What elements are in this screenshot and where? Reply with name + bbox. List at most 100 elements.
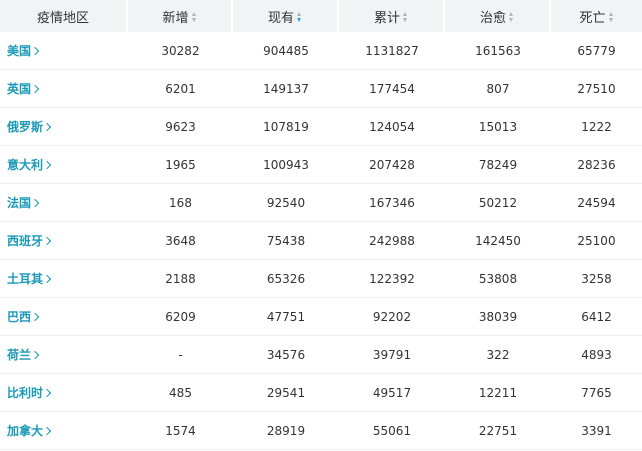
- area-link[interactable]: 比利时: [0, 374, 128, 412]
- cell-current: 75438: [233, 222, 339, 260]
- table-row: 加拿大 1574 28919 55061 22751 3391: [0, 412, 642, 450]
- cell-cured: 22751: [445, 412, 551, 450]
- chevron-right-icon: [42, 122, 52, 132]
- column-header-total[interactable]: 累计: [339, 0, 445, 32]
- sort-caret-icon[interactable]: [509, 12, 514, 22]
- area-link[interactable]: 法国: [0, 184, 128, 222]
- cell-new: 30282: [128, 32, 233, 70]
- cell-current: 100943: [233, 146, 339, 184]
- table-row: 西班牙 3648 75438 242988 142450 25100: [0, 222, 642, 260]
- table-row: 比利时 485 29541 49517 12211 7765: [0, 374, 642, 412]
- table-row: 俄罗斯 9623 107819 124054 15013 1222: [0, 108, 642, 146]
- column-header-label: 死亡: [579, 10, 606, 26]
- cell-cured: 15013: [445, 108, 551, 146]
- sort-descending-icon: [509, 18, 513, 22]
- cell-total: 55061: [339, 412, 445, 450]
- cell-cured: 78249: [445, 146, 551, 184]
- area-name: 意大利: [7, 158, 44, 172]
- chevron-right-icon: [42, 388, 52, 398]
- column-header-label: 疫情地区: [36, 10, 89, 26]
- cell-current: 92540: [233, 184, 339, 222]
- area-link[interactable]: 巴西: [0, 298, 128, 336]
- table-row: 土耳其 2188 65326 122392 53808 3258: [0, 260, 642, 298]
- column-header-cured[interactable]: 治愈: [445, 0, 551, 32]
- cell-dead: 1222: [551, 108, 642, 146]
- area-name: 荷兰: [7, 348, 32, 362]
- cell-current: 107819: [233, 108, 339, 146]
- header-row: 疫情地区 新增 现有 累计 治愈 死亡: [0, 0, 642, 32]
- cell-total: 92202: [339, 298, 445, 336]
- sort-descending-icon: [191, 18, 196, 22]
- column-header-area: 疫情地区: [0, 0, 128, 32]
- area-link[interactable]: 美国: [0, 32, 128, 70]
- column-header-current[interactable]: 现有: [233, 0, 339, 32]
- table-row: 荷兰 -34576 39791 322 4893: [0, 336, 642, 374]
- cell-dead: 3258: [551, 260, 642, 298]
- epidemic-table: 疫情地区 新增 现有 累计 治愈 死亡 美国 30282 904485 1131827 16156…: [0, 0, 642, 450]
- area-link[interactable]: 意大利: [0, 146, 128, 184]
- cell-cured: 53808: [445, 260, 551, 298]
- cell-cured: 142450: [445, 222, 551, 260]
- chevron-right-icon: [42, 274, 52, 284]
- area-link[interactable]: 西班牙: [0, 222, 128, 260]
- cell-total: 207428: [339, 146, 445, 184]
- chevron-right-icon: [30, 312, 40, 322]
- cell-current: 65326: [233, 260, 339, 298]
- table-row: 英国 6201 149137 177454 807 27510: [0, 70, 642, 108]
- area-link[interactable]: 英国: [0, 70, 128, 108]
- table-body: 美国 30282 904485 1131827 161563 65779 英国 6201 149…: [0, 32, 642, 450]
- cell-dead: 65779: [551, 32, 642, 70]
- chevron-right-icon: [30, 84, 40, 94]
- sort-descending-icon: [608, 18, 613, 22]
- area-link[interactable]: 土耳其: [0, 260, 128, 298]
- cell-dead: 25100: [551, 222, 642, 260]
- sort-caret-icon[interactable]: [297, 12, 302, 22]
- chevron-right-icon: [30, 198, 40, 208]
- column-header-label: 治愈: [479, 10, 506, 26]
- cell-new: 1965: [128, 146, 233, 184]
- area-name: 美国: [7, 44, 32, 58]
- area-name: 土耳其: [7, 272, 44, 286]
- area-name: 英国: [7, 82, 32, 96]
- sort-caret-icon[interactable]: [403, 12, 408, 22]
- sort-caret-icon[interactable]: [608, 12, 614, 22]
- cell-current: 47751: [233, 298, 339, 336]
- cell-cured: 12211: [445, 374, 551, 412]
- sort-ascending-icon: [509, 12, 513, 16]
- cell-cured: 38039: [445, 298, 551, 336]
- table-row: 法国 168 92540 167346 50212 24594: [0, 184, 642, 222]
- cell-dead: 24594: [551, 184, 642, 222]
- chevron-right-icon: [30, 350, 40, 360]
- cell-cured: 161563: [445, 32, 551, 70]
- sort-descending-icon: [403, 18, 407, 22]
- area-link[interactable]: 荷兰: [0, 336, 128, 374]
- cell-total: 1131827: [339, 32, 445, 70]
- area-name: 法国: [7, 196, 32, 210]
- area-name: 俄罗斯: [7, 120, 44, 134]
- table-row: 意大利 1965 100943 207428 78249 28236: [0, 146, 642, 184]
- table-header: 疫情地区 新增 现有 累计 治愈 死亡: [0, 0, 642, 32]
- column-header-label: 累计: [373, 10, 400, 26]
- chevron-right-icon: [42, 236, 52, 246]
- cell-dead: 28236: [551, 146, 642, 184]
- column-header-label: 新增: [162, 10, 189, 26]
- cell-current: 29541: [233, 374, 339, 412]
- column-header-label: 现有: [267, 10, 294, 26]
- cell-new: 6209: [128, 298, 233, 336]
- column-header-dead[interactable]: 死亡: [551, 0, 642, 32]
- cell-cured: 807: [445, 70, 551, 108]
- table-row: 巴西 6209 47751 92202 38039 6412: [0, 298, 642, 336]
- column-header-new[interactable]: 新增: [128, 0, 233, 32]
- sort-caret-icon[interactable]: [191, 12, 197, 22]
- cell-new: 1574: [128, 412, 233, 450]
- area-link[interactable]: 俄罗斯: [0, 108, 128, 146]
- cell-dead: 3391: [551, 412, 642, 450]
- cell-new: 3648: [128, 222, 233, 260]
- cell-total: 39791: [339, 336, 445, 374]
- cell-dead: 6412: [551, 298, 642, 336]
- area-link[interactable]: 加拿大: [0, 412, 128, 450]
- cell-total: 167346: [339, 184, 445, 222]
- chevron-right-icon: [42, 160, 52, 170]
- cell-current: 28919: [233, 412, 339, 450]
- sort-ascending-icon: [403, 12, 407, 16]
